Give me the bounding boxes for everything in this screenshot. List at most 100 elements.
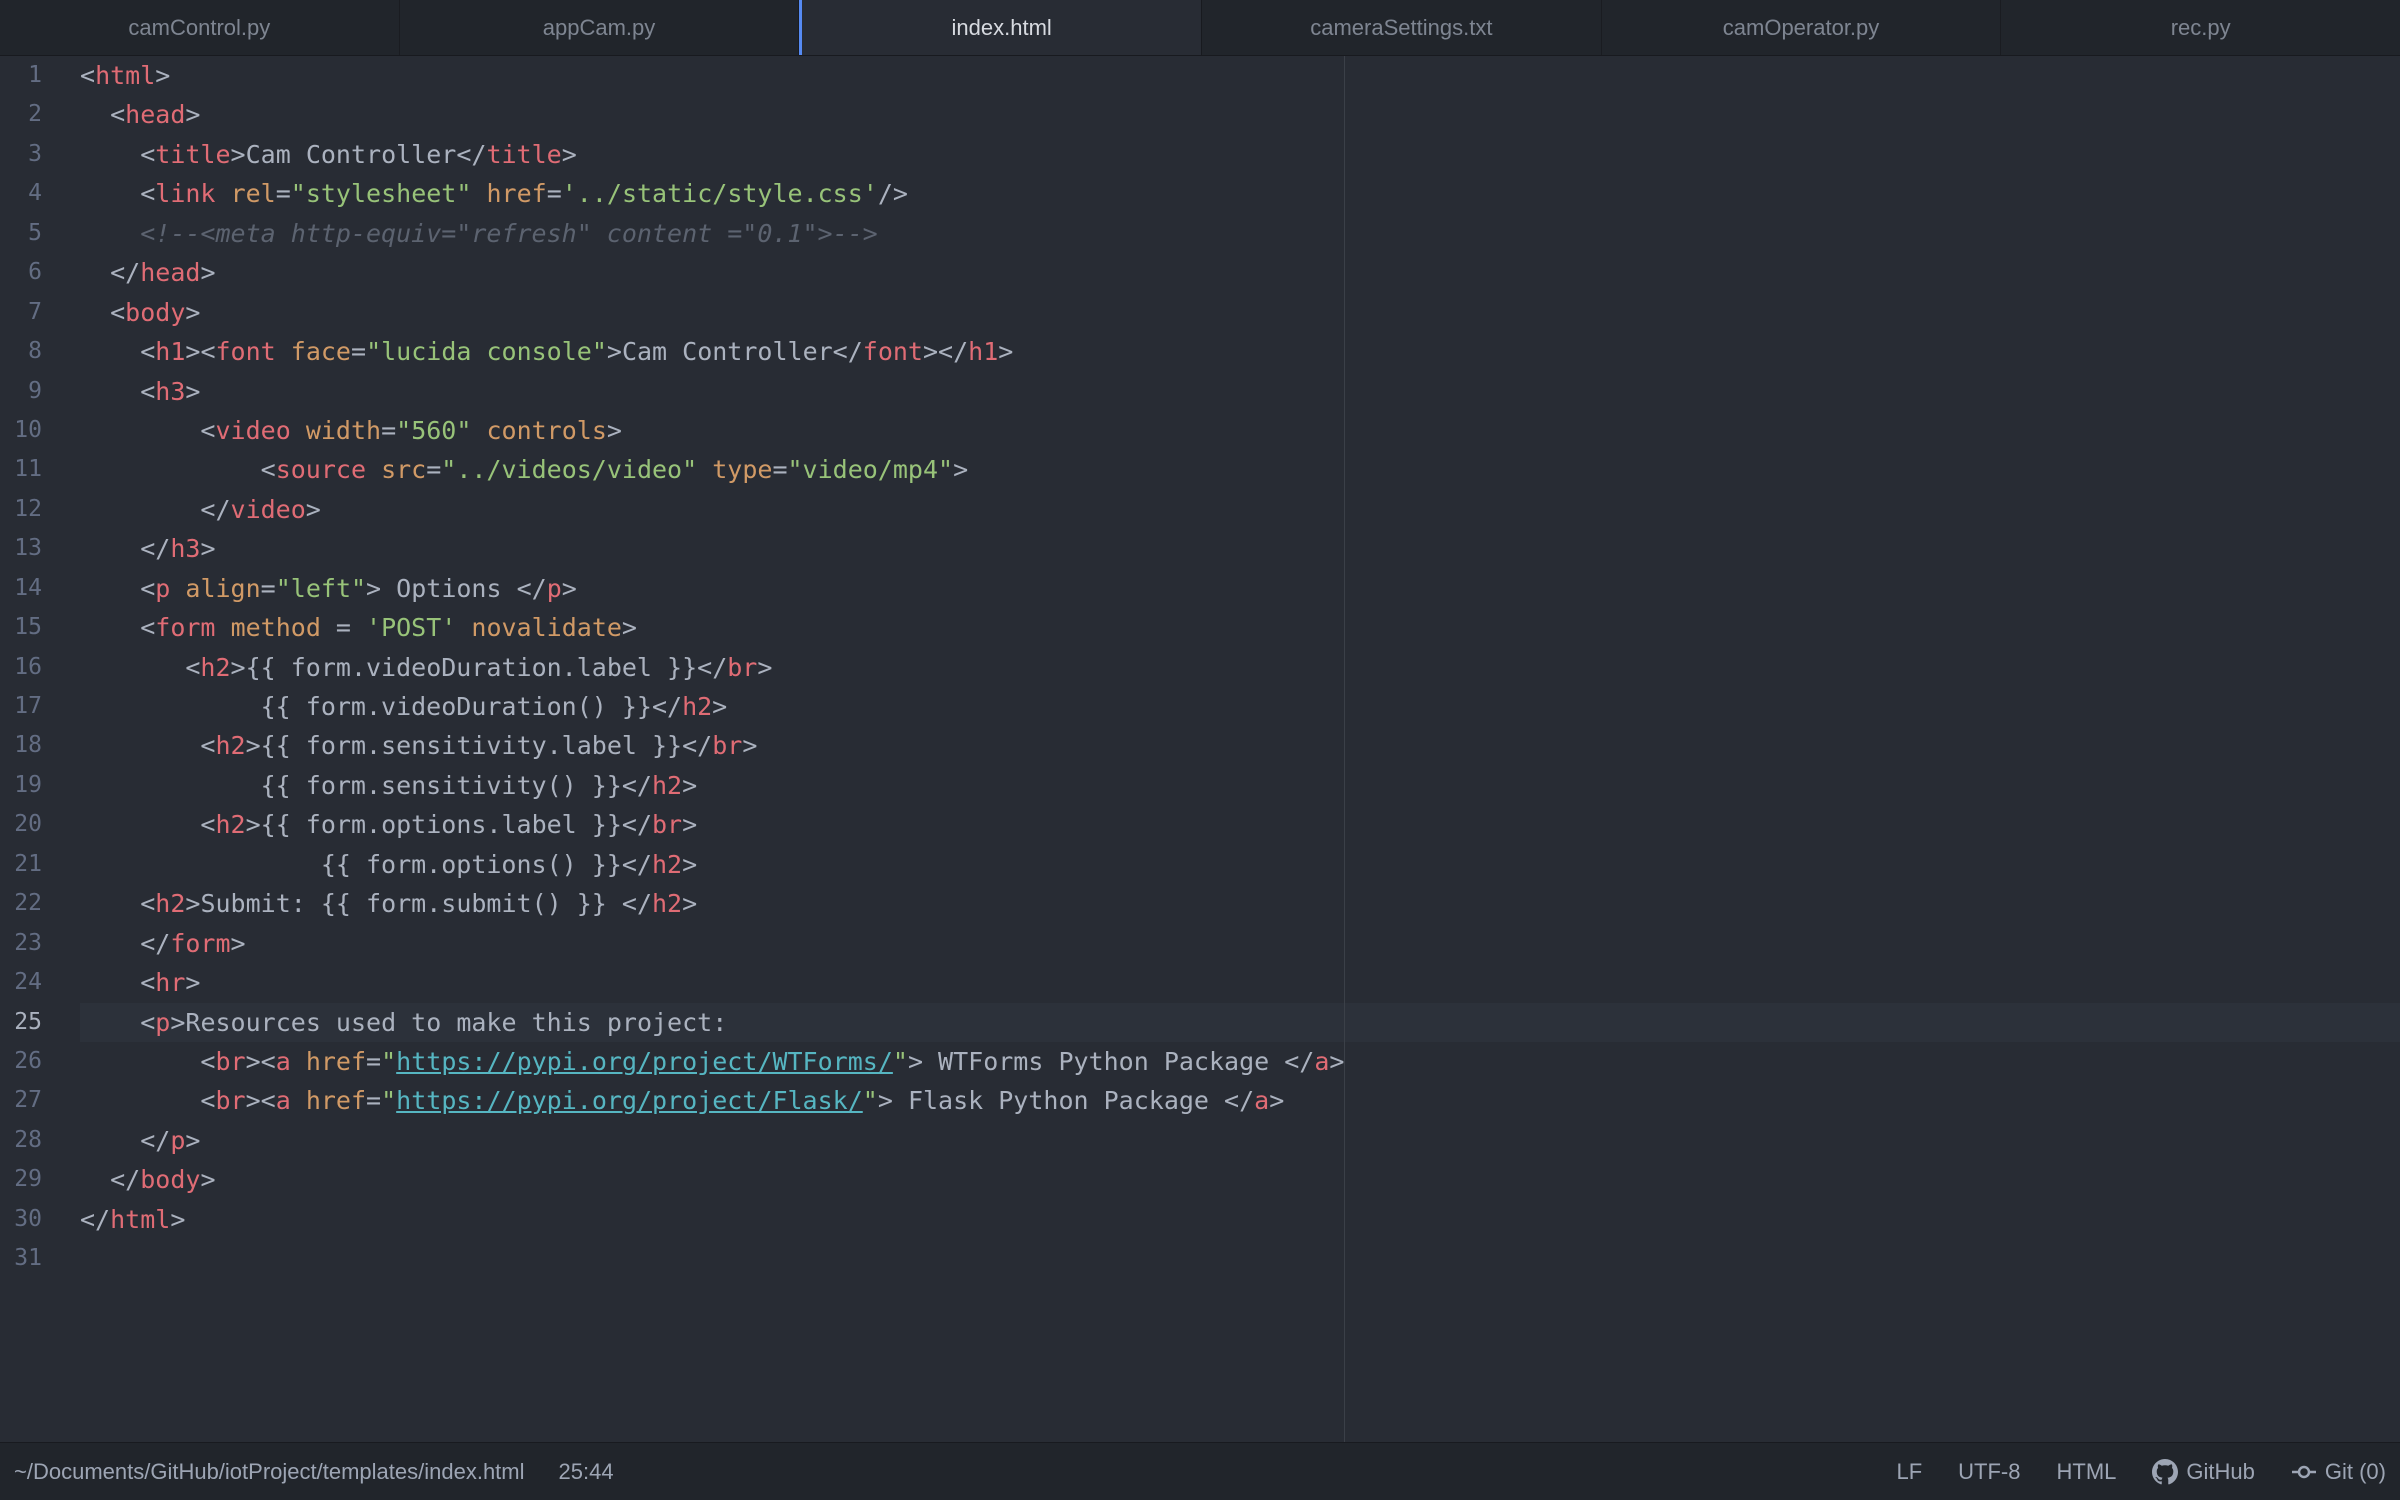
code-link[interactable]: https://pypi.org/project/Flask/ bbox=[396, 1086, 863, 1115]
code-line[interactable]: </video> bbox=[80, 490, 2400, 529]
encoding-selector[interactable]: UTF-8 bbox=[1958, 1459, 2020, 1485]
code-lines[interactable]: <html> <head> <title>Cam Controller</tit… bbox=[80, 56, 2400, 1279]
code-token: width bbox=[305, 415, 382, 445]
code-token: </ bbox=[832, 337, 863, 367]
line-number: 10 bbox=[14, 416, 42, 443]
code-editor[interactable]: 1 2 3 4 5 6 7 8 9 10 11 12 13 14 15 16 17 18 19 20 21 22 23 24 2… bbox=[0, 56, 2400, 1442]
code-token: > bbox=[185, 297, 201, 327]
code-token: </ bbox=[697, 652, 728, 682]
grammar-label: HTML bbox=[2056, 1458, 2117, 1484]
code-token: title bbox=[155, 139, 231, 169]
code-line[interactable]: <h2>{{ form.videoDuration.label }}</br> bbox=[80, 648, 2400, 687]
code-line[interactable]: <h3> bbox=[80, 372, 2400, 411]
line-ending-selector[interactable]: LF bbox=[1896, 1459, 1922, 1485]
cursor-position[interactable]: 25:44 bbox=[559, 1459, 614, 1485]
code-line[interactable]: <video width="560" controls> bbox=[80, 411, 2400, 450]
code-line[interactable]: </body> bbox=[80, 1160, 2400, 1199]
code-line[interactable]: <!--<meta http-equiv="refresh" content =… bbox=[80, 214, 2400, 253]
tab-appcam-py[interactable]: appCam.py bbox=[400, 0, 800, 55]
code-token: </ bbox=[516, 573, 547, 603]
code-token: > bbox=[185, 1125, 201, 1155]
code-line[interactable]: {{ form.videoDuration() }}</h2> bbox=[80, 687, 2400, 726]
git-button[interactable]: Git (0) bbox=[2291, 1459, 2386, 1485]
code-token: > bbox=[230, 139, 246, 169]
code-token: "../videos/video" bbox=[441, 455, 698, 485]
code-line[interactable]: <body> bbox=[80, 293, 2400, 332]
code-token: </ bbox=[80, 1204, 111, 1234]
code-token: > bbox=[245, 731, 261, 761]
code-token: = bbox=[366, 1086, 382, 1116]
tab-camcontrol-py[interactable]: camControl.py bbox=[0, 0, 400, 55]
code-line[interactable]: <p align="left"> Options </p> bbox=[80, 569, 2400, 608]
code-token: h2 bbox=[682, 692, 713, 721]
line-number: 20 bbox=[14, 811, 42, 838]
code-line[interactable] bbox=[80, 1239, 2400, 1278]
code-token: </ bbox=[1224, 1086, 1255, 1116]
encoding-label: UTF-8 bbox=[1958, 1458, 2021, 1484]
code-token: Cam Controller bbox=[621, 337, 833, 367]
tab-camoperator-py[interactable]: camOperator.py bbox=[1602, 0, 2002, 55]
tab-rec-py[interactable]: rec.py bbox=[2001, 0, 2400, 55]
code-line[interactable]: <source src="../videos/video" type="vide… bbox=[80, 450, 2400, 489]
code-line[interactable]: <hr> bbox=[80, 963, 2400, 1002]
code-token: </ bbox=[621, 849, 652, 879]
code-token: = bbox=[772, 455, 788, 485]
code-token: < bbox=[140, 968, 156, 998]
code-token: < bbox=[200, 415, 216, 445]
github-button[interactable]: GitHub bbox=[2152, 1458, 2255, 1485]
code-line[interactable]: </p> bbox=[80, 1121, 2400, 1160]
code-line[interactable]: <h2>{{ form.options.label }}</br> bbox=[80, 805, 2400, 844]
code-token: h1 bbox=[155, 337, 186, 367]
line-number: 2 bbox=[28, 101, 42, 128]
code-line[interactable]: {{ form.options() }}</h2> bbox=[80, 845, 2400, 884]
code-token: href bbox=[305, 1046, 367, 1076]
code-token: font bbox=[862, 337, 923, 367]
code-line[interactable]: </form> bbox=[80, 924, 2400, 963]
code-line[interactable]: </h3> bbox=[80, 529, 2400, 568]
tab-camerasettings-txt[interactable]: cameraSettings.txt bbox=[1202, 0, 1602, 55]
code-token: Options bbox=[381, 573, 517, 603]
code-token: </ bbox=[621, 889, 652, 919]
code-token: h2 bbox=[651, 849, 683, 879]
code-token: Submit: {{ form.submit() }} bbox=[200, 889, 622, 919]
code-line[interactable]: <h2>Submit: {{ form.submit() }} </h2> bbox=[80, 884, 2400, 923]
code-line[interactable]: <p>Resources used to make this project: bbox=[80, 1002, 2400, 1042]
code-token: '../static/style.css' bbox=[561, 179, 878, 209]
code-line[interactable]: <h1><font face="lucida console">Cam Cont… bbox=[80, 332, 2400, 371]
code-token: > bbox=[230, 928, 246, 958]
code-line[interactable]: <h2>{{ form.sensitivity.label }}</br> bbox=[80, 726, 2400, 765]
code-token: > bbox=[682, 849, 698, 879]
code-token: > bbox=[170, 1204, 186, 1234]
code-token: < bbox=[185, 652, 201, 682]
code-line[interactable]: </head> bbox=[80, 253, 2400, 292]
code-line[interactable]: <title>Cam Controller</title> bbox=[80, 135, 2400, 174]
code-link[interactable]: https://pypi.org/project/WTForms/ bbox=[396, 1047, 893, 1076]
code-line[interactable]: <html> bbox=[80, 56, 2400, 95]
code-token: h2 bbox=[215, 810, 246, 840]
code-token: video bbox=[215, 415, 291, 445]
code-line[interactable]: <head> bbox=[80, 95, 2400, 134]
github-icon bbox=[2152, 1458, 2179, 1484]
code-token: </ bbox=[1284, 1046, 1315, 1076]
code-line[interactable]: {{ form.sensitivity() }}</h2> bbox=[80, 766, 2400, 805]
code-token: </ bbox=[621, 810, 652, 840]
code-line[interactable]: <br><a href="https://pypi.org/project/WT… bbox=[80, 1042, 2400, 1081]
line-number: 8 bbox=[28, 338, 42, 365]
code-line[interactable]: <form method = 'POST' novalidate> bbox=[80, 608, 2400, 647]
file-path[interactable]: ~/Documents/GitHub/iotProject/templates/… bbox=[14, 1459, 525, 1485]
code-token: > bbox=[1269, 1086, 1285, 1116]
code-line[interactable]: <br><a href="https://pypi.org/project/Fl… bbox=[80, 1081, 2400, 1120]
code-line[interactable]: </html> bbox=[80, 1200, 2400, 1239]
code-token: h2 bbox=[651, 770, 683, 800]
code-line[interactable]: <link rel="stylesheet" href='../static/s… bbox=[80, 174, 2400, 213]
tab-index-html[interactable]: index.html bbox=[799, 0, 1203, 55]
code-token: </ bbox=[621, 770, 652, 800]
grammar-selector[interactable]: HTML bbox=[2057, 1459, 2117, 1485]
code-token: = bbox=[320, 613, 367, 643]
